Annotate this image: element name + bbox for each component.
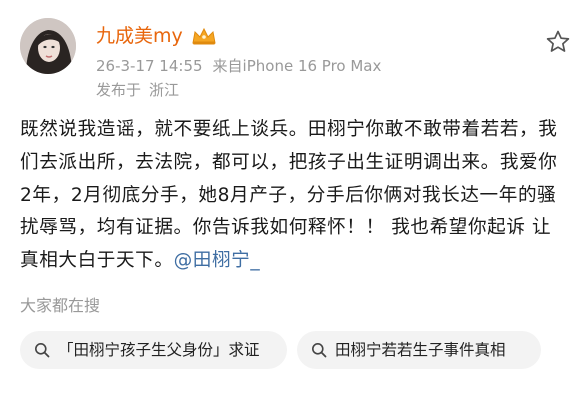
post-body: 既然说我造谣，就不要纸上谈兵。田栩宁你敢不敢带着若若，我们去派出所，去法院，都可… <box>20 114 568 278</box>
search-icon <box>312 343 327 358</box>
post-source: 来自iPhone 16 Pro Max <box>212 57 382 75</box>
search-chip-label: 田栩宁若若生子事件真相 <box>335 341 506 359</box>
location-prefix: 发布于 <box>96 81 142 99</box>
search-icon <box>35 343 50 358</box>
post-location: 发布于 浙江 <box>96 80 179 100</box>
post-text: 既然说我造谣，就不要纸上谈兵。田栩宁你敢不敢带着若若，我们去派出所，去法院，都可… <box>20 119 558 272</box>
location-value: 浙江 <box>149 81 180 99</box>
crown-badge-icon[interactable] <box>190 26 218 46</box>
star-outline-icon[interactable] <box>544 28 572 56</box>
trending-search-heading: 大家都在搜 <box>20 296 101 315</box>
search-chip[interactable]: 田栩宁若若生子事件真相 <box>297 331 541 369</box>
username[interactable]: 九成美my <box>96 23 183 49</box>
user-avatar[interactable] <box>20 18 76 74</box>
weibo-post-card: 九成美my 26-3-17 14:55 来自iPhone 16 Pro Max 发… <box>0 0 588 401</box>
search-chip[interactable]: 「田栩宁孩子生父身份」求证 <box>20 331 287 369</box>
avatar-image <box>20 18 76 74</box>
post-timestamp: 26-3-17 14:55 <box>96 57 203 75</box>
search-chip-label: 「田栩宁孩子生父身份」求证 <box>58 341 260 359</box>
mention-link[interactable]: @田栩宁_ <box>174 250 261 271</box>
post-meta: 26-3-17 14:55 来自iPhone 16 Pro Max <box>96 56 381 76</box>
